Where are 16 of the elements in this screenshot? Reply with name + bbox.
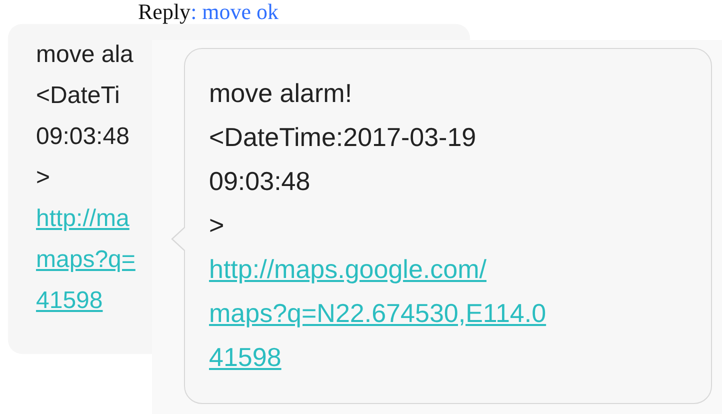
map-link[interactable]: maps?q= xyxy=(36,239,136,280)
reply-value: : move ok xyxy=(190,0,279,24)
message-text: move alarm! xyxy=(209,77,352,110)
message-text: <DateTime:2017-03-19 xyxy=(209,121,476,154)
map-link[interactable]: 41598 xyxy=(36,280,103,321)
map-link[interactable]: 41598 xyxy=(209,335,282,379)
message-text: 09:03:48 xyxy=(36,122,130,152)
reply-label: Reply xyxy=(138,0,191,24)
map-link[interactable]: maps?q=N22.674530,E114.0 xyxy=(209,291,546,335)
message-text: 09:03:48 xyxy=(209,165,310,198)
message-text: <DateTi xyxy=(36,81,120,111)
message-text: move ala xyxy=(36,40,134,70)
message-text: > xyxy=(209,209,224,242)
message-text: > xyxy=(36,163,50,193)
map-link[interactable]: http://ma xyxy=(36,198,130,239)
map-link[interactable]: http://maps.google.com/ xyxy=(209,247,486,291)
